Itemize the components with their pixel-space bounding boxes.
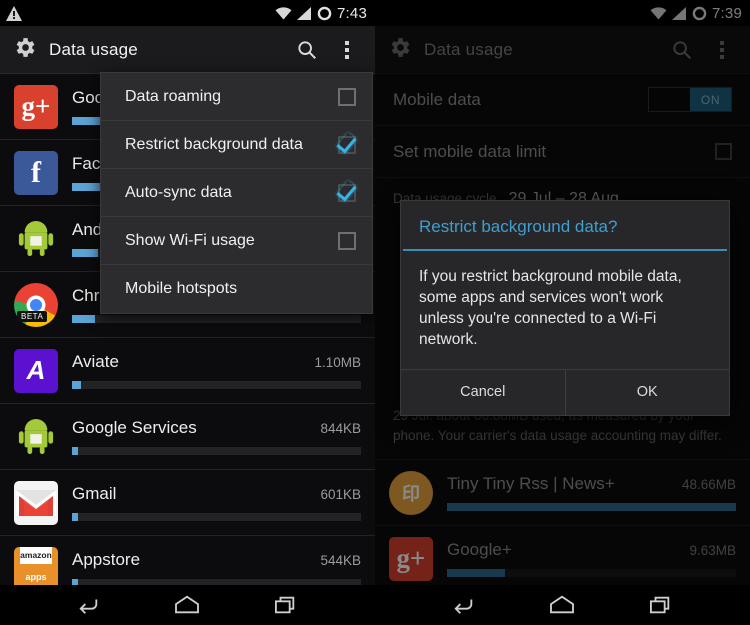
menu-item-data-roaming[interactable]: Data roaming [101, 73, 372, 121]
list-item[interactable]: Google Services 844KB [0, 404, 375, 470]
right-phone-panel: 7:39 Data usage Mobile data ON Set mobil… [375, 0, 750, 585]
ok-button[interactable]: OK [564, 369, 730, 415]
checkbox-show-wifi-usage[interactable] [338, 231, 356, 250]
left-phone-panel: 7:43 Data usage g+ Google+ [0, 0, 375, 585]
app-size: 601KB [320, 487, 361, 502]
app-name: Aviate [72, 352, 119, 371]
dialog-title: Restrict background data? [419, 217, 618, 236]
menu-item-auto-sync-data[interactable]: Auto-sync data [101, 169, 372, 217]
list-item[interactable]: amazon apps Appstore 544KB [0, 536, 375, 585]
menu-item-label: Auto-sync data [125, 183, 232, 201]
list-item[interactable]: Gmail 601KB [0, 470, 375, 536]
back-icon[interactable] [441, 588, 487, 622]
gmail-icon [14, 480, 58, 525]
menu-item-label: Mobile hotspots [125, 280, 238, 297]
android-icon [14, 415, 58, 459]
action-bar-left: Data usage [0, 26, 375, 74]
recents-icon[interactable] [638, 588, 684, 622]
screenshot-root: 7:43 Data usage g+ Google+ [0, 0, 750, 625]
aviate-icon: A [14, 348, 58, 393]
app-name: Gmail [72, 484, 117, 503]
no-sim-ring-icon [317, 6, 332, 21]
menu-item-label: Show Wi-Fi usage [125, 231, 255, 249]
menu-item-restrict-background-data[interactable]: Restrict background data [101, 121, 372, 169]
wifi-icon [275, 6, 292, 20]
search-icon[interactable] [287, 30, 327, 70]
amazon-appstore-icon: amazon apps [14, 546, 58, 585]
app-name: Google Services [72, 418, 197, 437]
settings-gear-icon[interactable] [12, 35, 37, 65]
home-icon[interactable] [539, 588, 585, 622]
usage-bar [72, 315, 361, 323]
nav-left [0, 585, 375, 625]
checkbox-auto-sync-data[interactable] [338, 183, 356, 202]
facebook-icon: f [14, 150, 58, 195]
usage-bar [72, 381, 361, 389]
checkbox-data-roaming[interactable] [338, 87, 356, 106]
cancel-button[interactable]: Cancel [401, 370, 565, 415]
dialog-message: If you restrict background mobile data, … [419, 268, 682, 348]
dialog-button-bar: Cancel OK [401, 368, 730, 415]
status-time: 7:43 [337, 4, 367, 22]
app-size: 844KB [320, 421, 361, 436]
recents-icon[interactable] [263, 588, 309, 622]
nav-right [375, 585, 750, 625]
status-bar-left: 7:43 [0, 0, 375, 26]
home-icon[interactable] [164, 588, 210, 622]
chrome-icon: BETA [14, 282, 58, 327]
app-name: Appstore [72, 550, 141, 569]
restrict-background-data-dialog: Restrict background data? If you restric… [400, 200, 730, 416]
list-item[interactable]: A Aviate 1.10MB [0, 338, 375, 404]
back-icon[interactable] [66, 588, 112, 622]
usage-bar [72, 447, 361, 455]
menu-item-label: Data roaming [125, 87, 222, 105]
android-icon [14, 217, 58, 261]
usage-bar [72, 513, 361, 521]
overflow-dropdown-menu[interactable]: Data roaming Restrict background data Au… [100, 72, 373, 314]
checkbox-restrict-background-data[interactable] [338, 135, 356, 154]
app-size: 1.10MB [314, 355, 361, 370]
gplus-icon: g+ [14, 84, 58, 129]
page-title: Data usage [49, 39, 138, 59]
warning-triangle-icon [6, 5, 22, 21]
menu-item-mobile-hotspots[interactable]: Mobile hotspots [101, 265, 372, 313]
app-size: 544KB [320, 553, 361, 568]
menu-item-show-wifi-usage[interactable]: Show Wi-Fi usage [101, 217, 372, 265]
system-navigation-bar [0, 585, 750, 625]
overflow-menu-icon[interactable] [327, 30, 367, 70]
menu-item-label: Restrict background data [125, 135, 303, 153]
signal-bars-icon [297, 6, 312, 20]
